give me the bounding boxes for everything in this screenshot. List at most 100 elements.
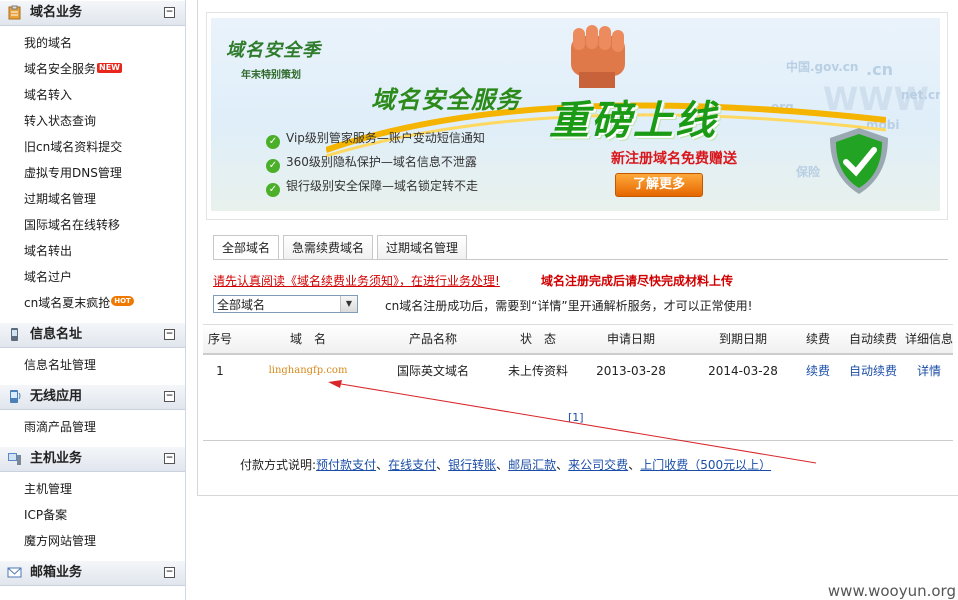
hot-badge: HOT — [111, 296, 134, 306]
sidebar-section-title: 邮箱业务 — [30, 565, 83, 580]
payment-method-link[interactable]: 邮局汇款 — [508, 458, 556, 472]
separator: 、 — [376, 458, 389, 472]
auto-renew-link[interactable]: 自动续费 — [843, 355, 903, 387]
fist-icon — [571, 25, 625, 88]
sidebar-item[interactable]: 转入状态查询 — [0, 108, 185, 134]
banner-image[interactable]: 中国.gov.cn .cn WWW org net.cn mobi 保险 域名安… — [211, 18, 940, 211]
collapse-toggle-icon[interactable]: − — [164, 329, 175, 340]
tab-domain-filter[interactable]: 过期域名管理 — [377, 235, 468, 260]
separator: 、 — [496, 458, 509, 472]
banner-headline: 重磅上线 — [549, 98, 717, 144]
sidebar-item[interactable]: 魔方网站管理 — [0, 528, 185, 554]
renewal-notice-link[interactable]: 请先认真阅读《域名续费业务须知》，在进行业务处理! — [213, 272, 500, 289]
promo-banner[interactable]: 中国.gov.cn .cn WWW org net.cn mobi 保险 域名安… — [206, 12, 948, 220]
sidebar-item[interactable]: 域名转入 — [0, 82, 185, 108]
pagination[interactable]: [1] — [568, 411, 584, 424]
column-header: 序号 — [207, 332, 232, 346]
column-header: 申请日期 — [606, 332, 655, 346]
payment-methods: 付款方式说明:预付款支付、在线支付、银行转账、邮局汇款、来公司交费、上门收费（5… — [240, 456, 771, 473]
cn-dns-hint: cn域名注册成功后，需要到“详情”里开通解析服务，才可以正常使用! — [385, 299, 753, 313]
table-header: 序号 域 名 产品名称 状 态 申请日期 到期日期 续费 自动续费 详细信息 — [203, 324, 953, 355]
payment-label: 付款方式说明: — [240, 458, 317, 472]
sidebar-item-label: 域名转出 — [24, 244, 73, 258]
sidebar-item[interactable]: 国际域名在线转移 — [0, 212, 185, 238]
sidebar-item[interactable]: 过期域名管理 — [0, 186, 185, 212]
separator: 、 — [556, 458, 569, 472]
chevron-down-icon[interactable]: ▼ — [340, 296, 357, 312]
learn-more-button[interactable]: 了解更多 — [615, 173, 703, 197]
table-row: 1 linghangfp.com 国际英文域名 未上传资料 2013-03-28 2014… — [203, 355, 953, 387]
sidebar-section-header[interactable]: 域名业务 − — [0, 0, 185, 26]
sidebar-section-header[interactable]: 主机业务 − — [0, 446, 185, 472]
sidebar-item[interactable]: ICP备案 — [0, 502, 185, 528]
sidebar-section-items: 主机管理 ICP备案魔方网站管理 — [0, 472, 185, 560]
sidebar-item-label: 域名安全服务 — [24, 62, 97, 76]
column-header: 详细信息 — [904, 332, 953, 346]
sidebar-item[interactable]: 信息名址管理 — [0, 352, 185, 378]
sidebar-item-label: 虚拟专用DNS管理 — [24, 166, 122, 180]
phone-icon — [7, 327, 22, 342]
collapse-toggle-icon[interactable]: − — [164, 567, 175, 578]
column-header: 自动续费 — [848, 332, 897, 346]
banner-bg-word: 保险 — [796, 165, 821, 179]
sidebar-section-title: 信息名址 — [30, 327, 83, 342]
detail-link[interactable]: 详情 — [903, 355, 955, 387]
domain-table: 序号域 名产品名称状 态申请日期 到期日期 续费 自动续费 详细信息 1 linghang… — [203, 324, 953, 387]
sidebar-item[interactable]: 域名安全服务 NEW — [0, 56, 185, 82]
sidebar-item-label: 转入状态查询 — [24, 114, 97, 128]
sidebar-item-label: 旧cn域名资料提交 — [24, 140, 123, 154]
sidebar-item-label: 我的域名 — [24, 36, 73, 50]
sidebar-section-items: 我的域名域名安全服务 NEW 域名转入转入状态查询旧cn域名资料提交 虚拟专用DNS管… — [0, 26, 185, 322]
domain-link[interactable]: linghangfp.com — [253, 355, 363, 387]
banner-bg-word: 中国.gov.cn — [786, 60, 859, 74]
collapse-toggle-icon[interactable]: − — [164, 391, 175, 402]
tab-domain-filter[interactable]: 全部域名 — [213, 235, 280, 260]
sidebar: 域名业务 − 我的域名域名安全服务 NEW 域名转入转入状态查询旧cn域名资料提交 虚拟专… — [0, 0, 186, 600]
sidebar-item[interactable]: 域名转出 — [0, 238, 185, 264]
renew-link[interactable]: 续费 — [797, 355, 839, 387]
sidebar-item-label: 主机管理 — [24, 482, 73, 496]
banner-bg-word: .cn — [866, 60, 893, 79]
separator: 、 — [436, 458, 449, 472]
sidebar-item[interactable]: 雨滴产品管理 — [0, 414, 185, 440]
sidebar-item-label: ICP备案 — [24, 508, 68, 522]
sidebar-section-header[interactable]: 信息名址 − — [0, 322, 185, 348]
banner-bg-word: net.cn — [901, 88, 940, 102]
check-icon: ✓ — [266, 159, 280, 173]
collapse-toggle-icon[interactable]: − — [164, 453, 175, 464]
sidebar-section-header[interactable]: 邮箱业务 − — [0, 560, 185, 586]
sidebar-item[interactable]: 我的域名 — [0, 30, 185, 56]
domain-filter-select[interactable]: 全部域名 ▼ — [213, 295, 358, 313]
banner-brand-subtitle: 年末特别策划 — [241, 70, 301, 81]
payment-method-link[interactable]: 预付款支付 — [316, 458, 376, 472]
banner-promo: 新注册域名免费赠送 — [611, 151, 737, 167]
domain-filter-value: 全部域名 — [217, 298, 266, 312]
security-shield-icon — [830, 128, 888, 194]
collapse-toggle-icon[interactable]: − — [164, 7, 175, 18]
apply-date: 2013-03-28 — [596, 364, 666, 378]
payment-method-link[interactable]: 来公司交费 — [568, 458, 628, 472]
mail-icon — [7, 565, 22, 580]
sidebar-item[interactable]: 旧cn域名资料提交 — [0, 134, 185, 160]
sidebar-section-items: 信息名址管理 — [0, 348, 185, 384]
payment-method-link[interactable]: 在线支付 — [388, 458, 436, 472]
sidebar-item-label: 域名过户 — [24, 270, 73, 284]
check-icon: ✓ — [266, 183, 280, 197]
sidebar-item[interactable]: cn域名夏末疯抢 HOT — [0, 290, 185, 316]
separator: 、 — [628, 458, 641, 472]
payment-method-link[interactable]: 银行转账 — [448, 458, 496, 472]
banner-feature: ✓ 银行级别安全保障—域名锁定转不走 — [266, 177, 478, 197]
sidebar-item[interactable]: 主机管理 — [0, 476, 185, 502]
sidebar-item-label: 域名转入 — [24, 88, 73, 102]
sidebar-item[interactable]: 虚拟专用DNS管理 — [0, 160, 185, 186]
tab-divider — [213, 259, 948, 260]
payment-method-link[interactable]: 上门收费（500元以上） — [640, 458, 771, 472]
sidebar-item[interactable]: 域名过户 — [0, 264, 185, 290]
watermark: www.wooyun.org — [825, 582, 958, 600]
sidebar-section-header[interactable]: 无线应用 − — [0, 384, 185, 410]
server-icon — [7, 451, 22, 466]
sidebar-section-title: 域名业务 — [30, 5, 83, 20]
column-header: 域 名 — [289, 332, 326, 346]
tab-domain-filter[interactable]: 急需续费域名 — [283, 235, 374, 260]
sidebar-item-label: 信息名址管理 — [24, 358, 97, 372]
